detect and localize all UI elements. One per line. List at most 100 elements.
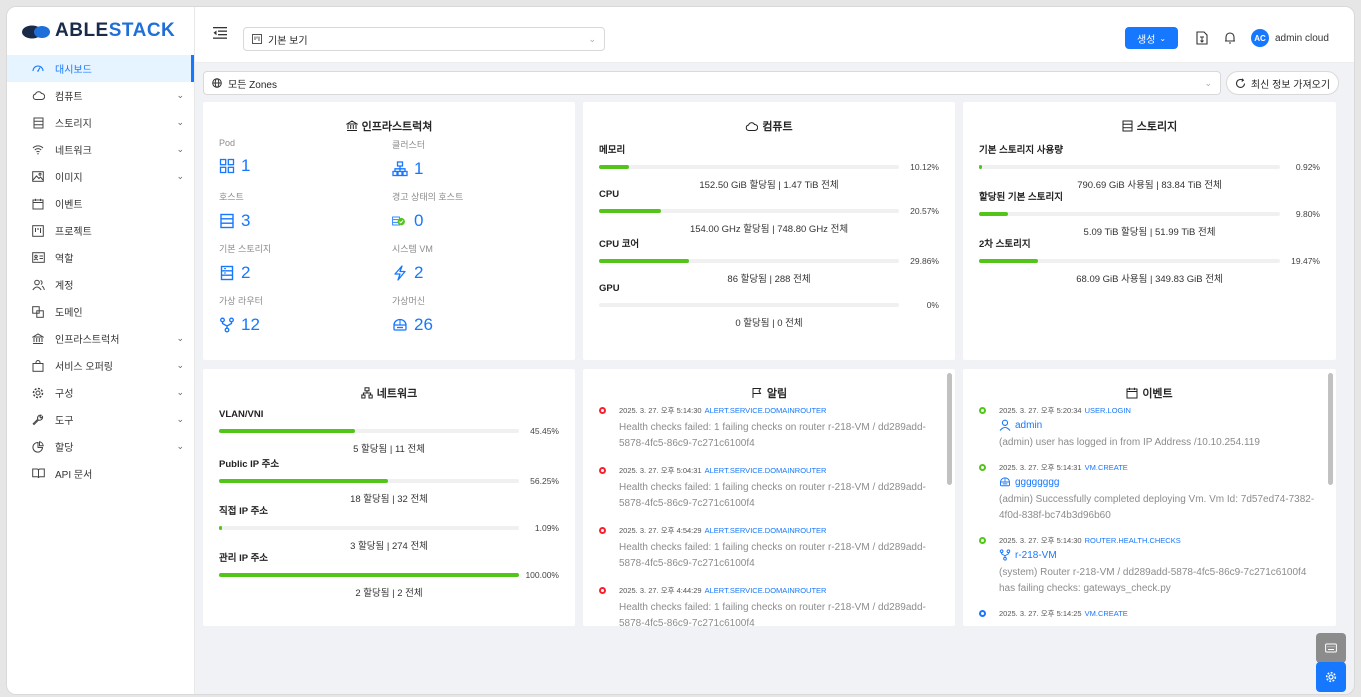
sidebar-item-15[interactable]: API 문서 — [7, 460, 194, 487]
infra-stat[interactable]: 가상머신 26 — [392, 294, 562, 335]
usage-meter: 기본 스토리지 사용량 0.92% 790.69 GiB 사용됨 | 83.84 T… — [979, 142, 1320, 191]
keyboard-icon — [1325, 643, 1337, 653]
timeline-dot — [979, 464, 986, 471]
sidebar-item-14[interactable]: 할당 ⌄ — [7, 433, 194, 460]
progress-fill — [219, 526, 223, 530]
storage-card: 스토리지 기본 스토리지 사용량 0.92% 790.69 GiB 사용됨 | 83… — [963, 102, 1336, 360]
meter-percent: 29.86% — [910, 256, 939, 266]
alert-type[interactable]: ALERT.SERVICE.DOMAINROUTER — [705, 586, 827, 595]
create-button[interactable]: 생성 ⌄ — [1125, 27, 1178, 49]
infra-stat[interactable]: Pod 1 — [219, 138, 389, 176]
fork-icon — [219, 317, 235, 333]
event-type[interactable]: VM.CREATE — [1085, 463, 1128, 472]
timeline-dot — [599, 587, 606, 594]
event-resource-link[interactable]: admin — [999, 419, 1316, 431]
chevron-down-icon: ⌄ — [176, 333, 184, 343]
sidebar-menu: 대시보드 컴퓨트 ⌄ 스토리지 ⌄ 네트워크 ⌄ 이미지 ⌄ 이벤트 프로젝트 역할 계정 도메인 인프라스… — [7, 55, 194, 487]
timeline-dot — [599, 467, 606, 474]
usage-meter: CPU 코어 29.86% 86 할당됨 | 288 전체 — [599, 236, 939, 285]
calendar-icon — [1126, 387, 1138, 399]
sidebar-item-12[interactable]: 구성 ⌄ — [7, 379, 194, 406]
timeline-dot — [599, 527, 606, 534]
download-file-icon[interactable] — [1195, 31, 1209, 45]
infra-stat-value: 0 — [414, 211, 424, 230]
sidebar-item-label: API 문서 — [55, 470, 93, 481]
infra-stat[interactable]: 호스트 3 — [219, 190, 389, 231]
tool-icon — [31, 413, 45, 427]
event-type[interactable]: ROUTER.HEALTH.CHECKS — [1085, 536, 1181, 545]
infra-stat[interactable]: 경고 상태의 호스트 0 — [392, 190, 562, 231]
event-item: 2025. 3. 27. 오후 5:14:30 ROUTER.HEALTH.CHE… — [979, 535, 1316, 597]
infra-stat-value: 1 — [414, 159, 424, 178]
sidebar-item-13[interactable]: 도구 ⌄ — [7, 406, 194, 433]
sidebar-item-10[interactable]: 인프라스트럭처 ⌄ — [7, 325, 194, 352]
event-type[interactable]: VM.CREATE — [1085, 609, 1128, 618]
sidebar-item-0[interactable]: 대시보드 — [7, 55, 194, 82]
logo[interactable]: ABLESTACK — [7, 7, 194, 55]
avatar[interactable]: AC — [1251, 29, 1269, 47]
sidebar-item-8[interactable]: 계정 — [7, 271, 194, 298]
chevron-down-icon: ⌄ — [176, 171, 184, 181]
usage-meter: 메모리 10.12% 152.50 GiB 할당됨 | 1.47 TiB 전체 — [599, 142, 939, 191]
progress-track — [979, 212, 1280, 216]
sidebar-item-2[interactable]: 스토리지 ⌄ — [7, 109, 194, 136]
sidebar-item-1[interactable]: 컴퓨트 ⌄ — [7, 82, 194, 109]
scrollbar[interactable] — [1328, 373, 1333, 485]
username[interactable]: admin cloud — [1275, 33, 1329, 44]
keyboard-button[interactable] — [1316, 633, 1346, 663]
infra-stat[interactable]: 기본 스토리지 2 — [219, 242, 389, 283]
infra-stat[interactable]: 가상 라우터 12 — [219, 294, 389, 335]
sidebar-item-3[interactable]: 네트워크 ⌄ — [7, 136, 194, 163]
card-title: 알림 — [766, 388, 788, 400]
shopping-icon — [31, 359, 45, 373]
meter-label: VLAN/VNI — [219, 409, 264, 420]
team-icon — [31, 278, 45, 292]
alert-type[interactable]: ALERT.SERVICE.DOMAINROUTER — [705, 526, 827, 535]
refresh-button[interactable]: 최신 정보 가져오기 — [1226, 71, 1339, 95]
alert-item: 2025. 3. 27. 오후 5:14:30 ALERT.SERVICE.DOM… — [599, 405, 935, 452]
event-type[interactable]: USER.LOGIN — [1085, 406, 1131, 415]
zone-select[interactable]: 모든 Zones ⌄ — [203, 71, 1221, 95]
infra-stat-label: 가상 라우터 — [219, 296, 263, 306]
sidebar: ABLESTACK 대시보드 컴퓨트 ⌄ 스토리지 ⌄ 네트워크 ⌄ 이미지 ⌄ 이벤트 프로젝트 역… — [7, 7, 195, 694]
settings-float-button[interactable] — [1316, 662, 1346, 692]
sidebar-item-11[interactable]: 서비스 오퍼링 ⌄ — [7, 352, 194, 379]
usage-meter: 관리 IP 주소 100.00% 2 할당됨 | 2 전체 — [219, 550, 559, 599]
meter-detail: 2 할당됨 | 2 전체 — [355, 588, 423, 599]
menu-fold-icon[interactable] — [213, 27, 227, 39]
event-text: (system) Router r-218-VM / dd289add-5878… — [999, 567, 1307, 594]
card-title: 인프라스트럭쳐 — [361, 121, 433, 133]
sidebar-item-7[interactable]: 역할 — [7, 244, 194, 271]
infra-stat[interactable]: 시스템 VM 2 — [392, 242, 562, 283]
view-select[interactable]: 기본 보기 ⌄ — [243, 27, 605, 51]
appstore-icon — [219, 158, 235, 174]
sidebar-item-9[interactable]: 도메인 — [7, 298, 194, 325]
usage-meter: VLAN/VNI 45.45% 5 할당됨 | 11 전체 — [219, 409, 559, 455]
project-icon — [31, 224, 45, 238]
alert-time: 2025. 3. 27. 오후 4:44:29 — [619, 586, 702, 595]
meter-label: 관리 IP 주소 — [219, 553, 269, 564]
sidebar-item-4[interactable]: 이미지 ⌄ — [7, 163, 194, 190]
alert-type[interactable]: ALERT.SERVICE.DOMAINROUTER — [705, 466, 827, 475]
progress-track — [219, 526, 519, 530]
infra-stat[interactable]: 클러스터 1 — [392, 138, 562, 179]
sidebar-item-label: 구성 — [55, 389, 74, 400]
logo-mark-icon — [22, 25, 50, 39]
meter-label: 기본 스토리지 사용량 — [979, 145, 1063, 156]
scrollbar[interactable] — [947, 373, 952, 485]
brand-prefix: ABLE — [55, 20, 109, 41]
chevron-down-icon: ⌄ — [176, 117, 184, 127]
infra-stat-label: 경고 상태의 호스트 — [392, 192, 464, 202]
timeline-dot — [599, 407, 606, 414]
sidebar-item-6[interactable]: 프로젝트 — [7, 217, 194, 244]
bell-icon[interactable] — [1223, 31, 1237, 45]
alert-type[interactable]: ALERT.SERVICE.DOMAINROUTER — [705, 406, 827, 415]
infra-stat-value: 12 — [241, 315, 260, 334]
event-resource-link[interactable]: gggggggg — [999, 476, 1316, 488]
image-icon — [31, 170, 45, 184]
event-item: 2025. 3. 27. 오후 5:14:31 VM.CREATE gggggggg… — [979, 462, 1316, 524]
timeline-dot — [979, 407, 986, 414]
vm-icon — [392, 317, 408, 333]
sidebar-item-5[interactable]: 이벤트 — [7, 190, 194, 217]
event-resource-link[interactable]: r-218-VM — [999, 549, 1316, 561]
